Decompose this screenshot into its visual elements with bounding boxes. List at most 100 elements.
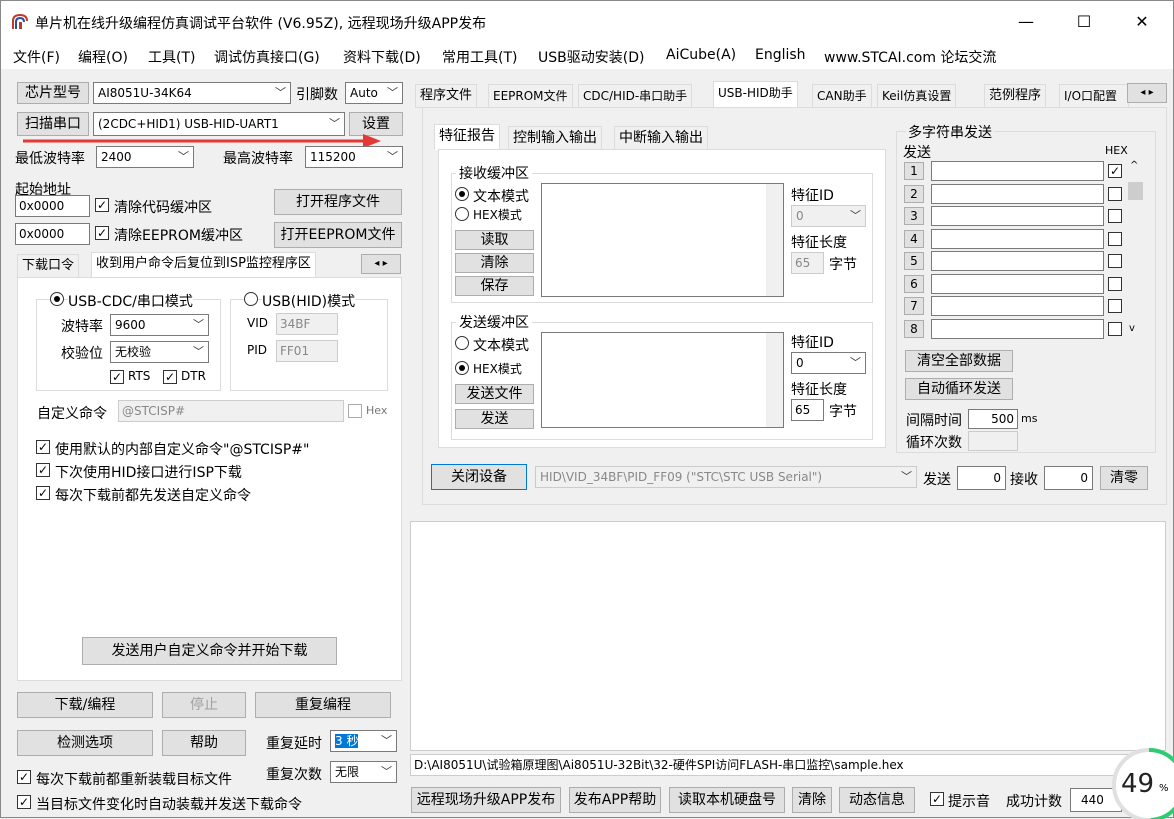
row-string-input[interactable] <box>931 206 1104 226</box>
row-send-button[interactable]: 4 <box>904 229 924 248</box>
row-string-input[interactable] <box>931 251 1104 271</box>
clear-all-data-button[interactable]: 清空全部数据 <box>905 350 1013 372</box>
close-button[interactable]: ✕ <box>1113 1 1171 43</box>
save-button[interactable]: 保存 <box>455 276 534 296</box>
auto-load-checkbox[interactable]: ✓ <box>17 795 31 809</box>
tab-control-io[interactable]: 控制输入输出 <box>508 126 602 150</box>
dtr-checkbox[interactable]: ✓ <box>163 370 177 384</box>
clear-eeprom-checkbox[interactable]: ✓ <box>95 226 109 240</box>
loop-count-input[interactable] <box>968 431 1018 451</box>
download-program-button[interactable]: 下载/编程 <box>17 692 153 718</box>
tab-program-file[interactable]: 程序文件 <box>415 84 478 108</box>
tab-io-config[interactable]: I/O口配置 <box>1059 84 1129 108</box>
code-address-input[interactable]: 0x0000 <box>15 195 90 217</box>
send-scrollbar[interactable] <box>766 333 783 427</box>
menu-english[interactable]: English <box>755 47 806 63</box>
pid-input[interactable]: FF01 <box>276 340 338 362</box>
tab-keil-debug[interactable]: Keil仿真设置 <box>877 84 957 108</box>
send-file-button[interactable]: 发送文件 <box>455 384 534 404</box>
baud-select[interactable]: 9600 ﹀ <box>110 314 209 336</box>
read-button[interactable]: 读取 <box>455 230 534 250</box>
row-string-input[interactable] <box>931 318 1104 339</box>
tab-interrupt-io[interactable]: 中断输入输出 <box>614 126 708 150</box>
parity-select[interactable]: 无校验 ﹀ <box>110 341 209 363</box>
row-send-button[interactable]: 6 <box>904 274 924 293</box>
menu-usb-driver[interactable]: USB驱动安装(D) <box>538 47 644 67</box>
repeat-delay-select[interactable]: 3 秒 ﹀ <box>330 730 397 752</box>
pin-count-select[interactable]: Auto ﹀ <box>345 82 403 104</box>
stop-button[interactable]: 停止 <box>162 692 246 718</box>
tab-eeprom-file[interactable]: EEPROM文件 <box>488 84 573 108</box>
max-baud-select[interactable]: 115200 ﹀ <box>305 146 403 168</box>
send-button[interactable]: 发送 <box>455 409 534 429</box>
row-hex-checkbox[interactable] <box>1108 276 1122 291</box>
send-before-download-checkbox[interactable]: ✓ <box>36 486 50 500</box>
vid-input[interactable]: 34BF <box>276 313 338 335</box>
menu-downloads[interactable]: 资料下载(D) <box>343 47 421 67</box>
clear-zero-button[interactable]: 清零 <box>1100 466 1148 490</box>
row-string-input[interactable] <box>931 228 1104 249</box>
minimize-button[interactable]: — <box>997 1 1055 43</box>
publish-app-help-button[interactable]: 发布APP帮助 <box>569 787 661 813</box>
row-string-input[interactable] <box>931 183 1104 204</box>
send-hex-mode-radio[interactable] <box>455 361 469 375</box>
recv-scrollbar[interactable] <box>766 184 783 296</box>
send-text-mode-radio[interactable] <box>455 336 469 350</box>
row-send-button[interactable]: 7 <box>904 297 924 315</box>
tab-examples[interactable]: 范例程序 <box>984 84 1047 108</box>
multi-string-scrollbar[interactable]: ^ v <box>1127 160 1144 336</box>
repeat-count-select[interactable]: 无限 ﹀ <box>330 761 397 783</box>
row-string-input[interactable] <box>931 296 1104 316</box>
eeprom-address-input[interactable]: 0x0000 <box>15 223 90 245</box>
send-command-download-button[interactable]: 发送用户自定义命令并开始下载 <box>82 637 337 665</box>
device-select[interactable]: HID\VID_34BF\PID_FF09 ("STC\STC USB Seri… <box>535 466 917 488</box>
check-options-button[interactable]: 检测选项 <box>17 730 153 756</box>
row-send-button[interactable]: 3 <box>904 207 924 225</box>
recv-text-mode-radio[interactable] <box>455 187 469 201</box>
dynamic-info-button[interactable]: 动态信息 <box>839 787 915 813</box>
row-send-button[interactable]: 2 <box>904 184 924 203</box>
read-disk-id-button[interactable]: 读取本机硬盘号 <box>669 787 785 813</box>
tab-feature-report[interactable]: 特征报告 <box>434 124 500 150</box>
recv-feature-length-input[interactable]: 65 <box>791 252 824 274</box>
menu-debug[interactable]: 调试仿真接口(G) <box>214 47 320 67</box>
recv-buffer-textarea[interactable] <box>541 183 784 297</box>
tab-can[interactable]: CAN助手 <box>812 84 872 108</box>
row-hex-checkbox[interactable] <box>1108 209 1122 223</box>
tab-scroll-arrows[interactable]: ◂ ▸ <box>1127 83 1167 103</box>
row-hex-checkbox[interactable] <box>1108 231 1122 246</box>
row-hex-checkbox[interactable]: ✓ <box>1108 164 1122 178</box>
reprogram-button[interactable]: 重复编程 <box>255 692 391 718</box>
clear-button[interactable]: 清除 <box>455 253 534 273</box>
row-send-button[interactable]: 5 <box>904 252 924 270</box>
menu-aicube[interactable]: AiCube(A) <box>666 47 736 63</box>
beep-checkbox[interactable]: ✓ <box>930 792 944 806</box>
row-hex-checkbox[interactable] <box>1108 299 1122 313</box>
row-send-button[interactable]: 8 <box>904 319 924 338</box>
menu-file[interactable]: 文件(F) <box>13 47 60 67</box>
min-baud-select[interactable]: 2400 ﹀ <box>96 146 194 168</box>
scrollbar-thumb[interactable] <box>1128 182 1143 200</box>
tab-reset-isp[interactable]: 收到用户命令后复位到ISP监控程序区 <box>91 252 316 278</box>
maximize-button[interactable]: ☐ <box>1055 1 1113 43</box>
row-hex-checkbox[interactable] <box>1108 254 1122 268</box>
use-default-command-checkbox[interactable]: ✓ <box>36 440 50 454</box>
help-button[interactable]: 帮助 <box>162 730 246 756</box>
tab-cdc-hid-serial[interactable]: CDC/HID-串口助手 <box>578 84 693 108</box>
custom-command-input[interactable]: @STCISP# <box>118 400 344 422</box>
hid-mode-radio[interactable] <box>244 292 258 306</box>
row-hex-checkbox[interactable] <box>1108 186 1122 201</box>
row-send-button[interactable]: 1 <box>904 162 924 180</box>
menu-tools[interactable]: 工具(T) <box>148 47 195 67</box>
tab-scroll-arrows[interactable]: ◂ ▸ <box>361 254 401 274</box>
tab-download-password[interactable]: 下载口令 <box>17 254 80 278</box>
menu-program[interactable]: 编程(O) <box>78 47 128 67</box>
row-hex-checkbox[interactable] <box>1108 321 1122 336</box>
open-eeprom-file-button[interactable]: 打开EEPROM文件 <box>274 222 402 248</box>
chip-type-select[interactable]: AI8051U-34K64 ﹀ <box>93 82 291 104</box>
remote-upgrade-publish-button[interactable]: 远程现场升级APP发布 <box>411 787 561 813</box>
send-buffer-textarea[interactable] <box>541 332 784 428</box>
auto-loop-send-button[interactable]: 自动循环发送 <box>905 378 1013 400</box>
menu-common-tools[interactable]: 常用工具(T) <box>442 47 517 67</box>
menu-website[interactable]: www.STCAI.com 论坛交流 <box>824 47 996 67</box>
